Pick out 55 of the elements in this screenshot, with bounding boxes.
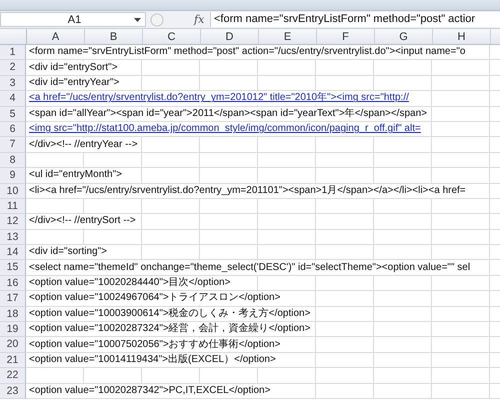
cell-text: <option value="10024967064">トライアスロン</option> [29, 291, 280, 306]
row-header[interactable]: 18 [0, 306, 26, 322]
hyperlink-cell-text[interactable]: <a href="/ucs/entry/srventrylist.do?entry_ym=201012" title="2010年"><img src="http:// [29, 91, 409, 106]
cell-text: <option value="10020284440">目次</option> [29, 276, 230, 290]
row-header[interactable]: 23 [0, 384, 26, 399]
insert-function-button[interactable]: fx [194, 13, 210, 26]
cell-text: <li><a href="/ucs/entry/srventrylist.do?entry_ym=201101"><span>1月</span></a></li><li><a href= [29, 184, 466, 198]
row-header[interactable]: 14 [0, 245, 26, 260]
cell-text: <option value="10020287342">PC,IT,EXCEL</option> [29, 384, 270, 398]
row-header[interactable]: 2 [0, 60, 26, 76]
column-header[interactable]: D [201, 29, 259, 44]
row-header[interactable]: 1 [0, 45, 26, 60]
column-header[interactable]: A [27, 29, 85, 44]
column-header[interactable]: G [375, 29, 433, 44]
hyperlink-cell-text[interactable]: <img src="http://stat100.ameba.jp/common_style/img/common/icon/paging_r_off.gif" alt= [29, 122, 421, 136]
row-header[interactable]: 7 [0, 137, 26, 153]
row-header[interactable]: 10 [0, 184, 26, 199]
cell-text: <option value="10014119434">出版(EXCEL）</option> [29, 353, 276, 367]
cell-text: </div><!-- //entrySort --> [29, 214, 136, 228]
row-header[interactable]: 16 [0, 276, 26, 292]
row-header[interactable]: 22 [0, 368, 26, 384]
cell-text: <select name="themeId" onchange="theme_select('DESC')" id="selectTheme"><option value="" sel [29, 260, 470, 275]
caret-icon[interactable] [134, 18, 141, 22]
column-header[interactable]: F [317, 29, 375, 44]
cell-text: <option value="10007502056">おすすめ仕事術</option> [29, 338, 280, 352]
row-header[interactable]: 9 [0, 168, 26, 184]
cell-text: <div id="entryYear"> [29, 76, 120, 90]
column-header[interactable]: H [433, 29, 491, 44]
cell-text: <div id="entrySort"> [29, 60, 118, 75]
row-header[interactable]: 13 [0, 230, 26, 246]
cell-text: <ul id="entryMonth"> [29, 168, 122, 182]
row-header[interactable]: 3 [0, 76, 26, 92]
row-header[interactable]: 8 [0, 152, 26, 168]
formula-field[interactable]: <form name="srvEntryListForm" method="post" actior [210, 12, 500, 27]
cell-text: <option value="10020287324">経営，会計，資金繰り</option> [29, 322, 310, 336]
name-box[interactable]: A1 [0, 12, 146, 27]
column-header[interactable]: B [85, 29, 143, 44]
row-header[interactable]: 20 [0, 337, 26, 353]
row-header[interactable]: 17 [0, 291, 26, 307]
column-header[interactable]: E [259, 29, 317, 44]
cell-text: <form name="srvEntryListForm" method="post" action="/ucs/entry/srventrylist.do"><input name="o [29, 45, 466, 60]
row-header[interactable]: 4 [0, 91, 26, 107]
row-header[interactable]: 11 [0, 198, 26, 214]
row-header[interactable]: 21 [0, 352, 26, 368]
cancel-icon[interactable] [150, 12, 164, 26]
row-header[interactable]: 15 [0, 260, 26, 276]
cell-text: </div><!-- //entryYear --> [29, 138, 138, 152]
cell-text: <span id="allYear"><span id="year">2011</span><span id="yearText">年</span></span> [29, 106, 427, 121]
cell-text: <div id="sorting"> [29, 245, 107, 260]
row-header[interactable]: 19 [0, 322, 26, 338]
row-header[interactable]: 6 [0, 122, 26, 138]
row-header[interactable]: 12 [0, 214, 26, 230]
column-header[interactable]: C [143, 29, 201, 44]
row-header[interactable]: 5 [0, 106, 26, 122]
cell-text: <option value="10003900614">税金のしくみ・考え方</option> [29, 306, 310, 321]
